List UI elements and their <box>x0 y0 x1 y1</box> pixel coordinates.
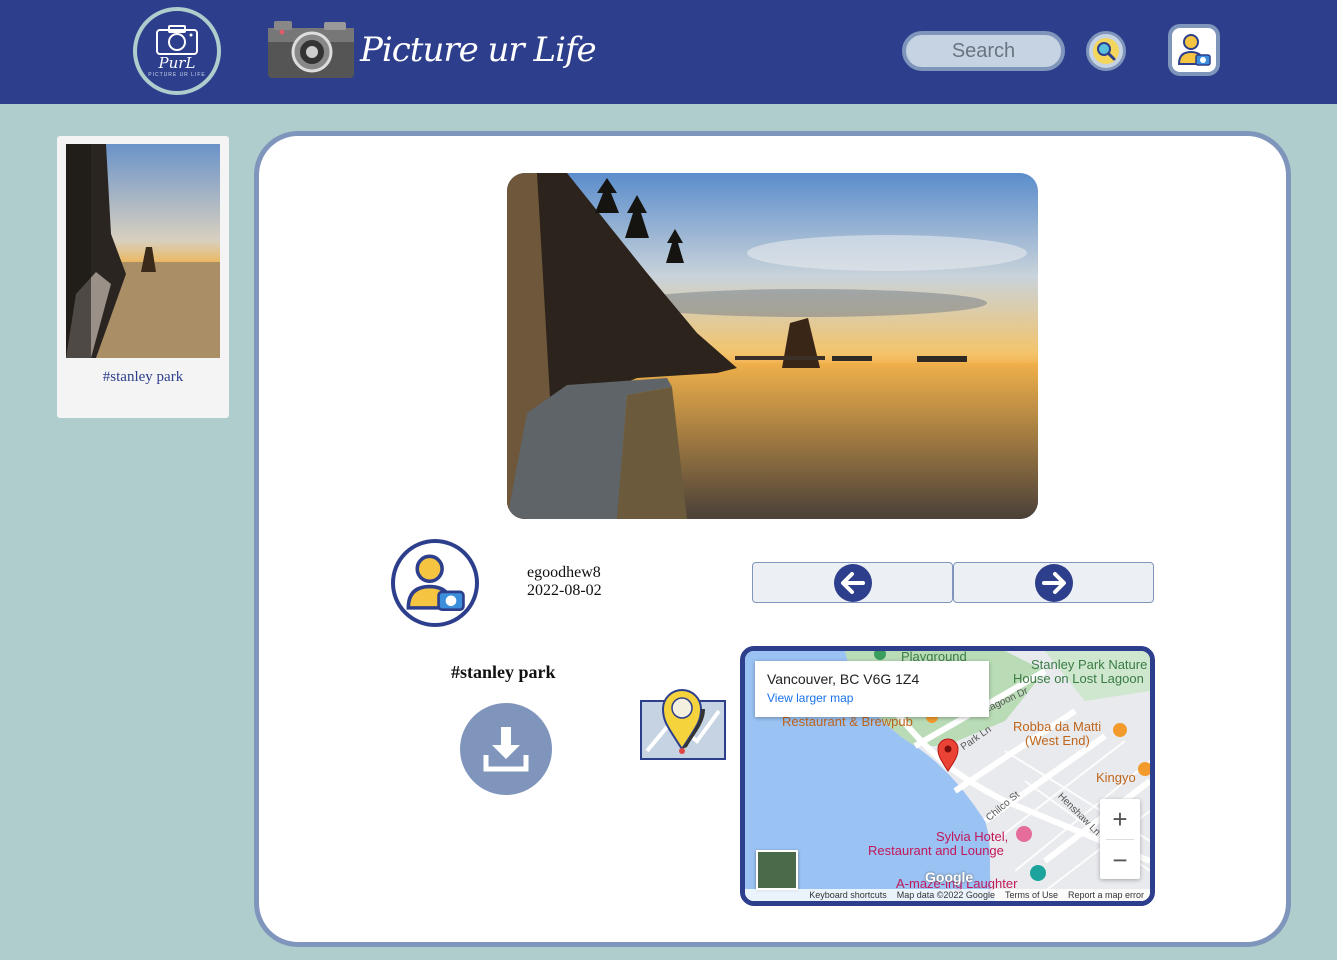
map-data-attribution: Map data ©2022 Google <box>896 890 995 900</box>
poster-avatar[interactable] <box>391 539 479 627</box>
map-label-sylvia-2: Restaurant and Lounge <box>868 843 1004 858</box>
location-map[interactable]: Playground Stanley Park Nature House on … <box>740 646 1155 906</box>
profile-button[interactable] <box>1168 24 1220 76</box>
top-header: PurL PICTURE UR LIFE Picture ur Life <box>0 0 1337 104</box>
post-meta: egoodhew8 2022-08-02 <box>527 564 602 600</box>
arrow-right-icon <box>1034 563 1073 602</box>
search-button[interactable] <box>1086 31 1126 71</box>
map-label-nature-house: Stanley Park Nature <box>1031 657 1148 672</box>
vintage-camera-logo-icon <box>268 21 354 78</box>
map-location-button[interactable] <box>637 681 727 763</box>
logo-wordmark: Picture ur Life <box>360 30 597 70</box>
post-tag-title: #stanley park <box>451 662 556 682</box>
zoom-out-button[interactable]: − <box>1100 840 1140 880</box>
post-detail-panel: egoodhew8 2022-08-02 #stanley park Playg… <box>254 131 1291 947</box>
map-address: Vancouver, BC V6G 1Z4 <box>767 671 920 687</box>
google-logo: Google <box>925 869 974 885</box>
sidebar-photo-card[interactable]: #stanley park <box>57 136 229 418</box>
map-label-robba-2: (West End) <box>1025 733 1090 748</box>
brand-initials: PurL <box>158 54 196 72</box>
map-label-robba: Robba da Matti <box>1013 719 1102 734</box>
map-info-popup: Vancouver, BC V6G 1Z4 View larger map <box>755 661 989 717</box>
post-date: 2022-08-02 <box>527 582 602 599</box>
satellite-view-toggle[interactable] <box>756 850 798 890</box>
download-button[interactable] <box>460 703 552 795</box>
map-label-kingyo: Kingyo <box>1096 770 1136 785</box>
map-zoom-controls: + − <box>1100 799 1140 879</box>
previous-post-button[interactable] <box>752 562 953 603</box>
map-label-nature-house-2: House on Lost Lagoon <box>1013 671 1144 686</box>
profile-icon <box>1177 34 1211 66</box>
sidebar-photo-caption[interactable]: #stanley park <box>57 369 229 386</box>
brand-badge[interactable]: PurL PICTURE UR LIFE <box>133 7 221 95</box>
terms-of-use-link[interactable]: Terms of Use <box>1005 890 1058 900</box>
download-icon <box>483 727 529 772</box>
zoom-in-button[interactable]: + <box>1100 799 1140 839</box>
poster-username[interactable]: egoodhew8 <box>527 564 602 582</box>
search-icon <box>1093 38 1119 64</box>
brand-tagline: PICTURE UR LIFE <box>148 72 206 78</box>
profile-icon <box>406 554 465 611</box>
sidebar-photo-thumbnail[interactable] <box>66 144 220 358</box>
report-map-error-link[interactable]: Report a map error <box>1068 890 1144 900</box>
map-pin-icon <box>640 689 726 760</box>
arrow-left-icon <box>833 563 872 602</box>
camera-logo-icon <box>156 25 198 55</box>
next-post-button[interactable] <box>953 562 1154 603</box>
post-photo <box>507 173 1038 519</box>
view-larger-map-link[interactable]: View larger map <box>767 691 977 705</box>
search-input[interactable] <box>902 31 1065 71</box>
map-footer: Keyboard shortcuts Map data ©2022 Google… <box>745 889 1150 901</box>
map-label-sylvia: Sylvia Hotel, <box>936 829 1009 844</box>
keyboard-shortcuts-link[interactable]: Keyboard shortcuts <box>809 890 887 900</box>
